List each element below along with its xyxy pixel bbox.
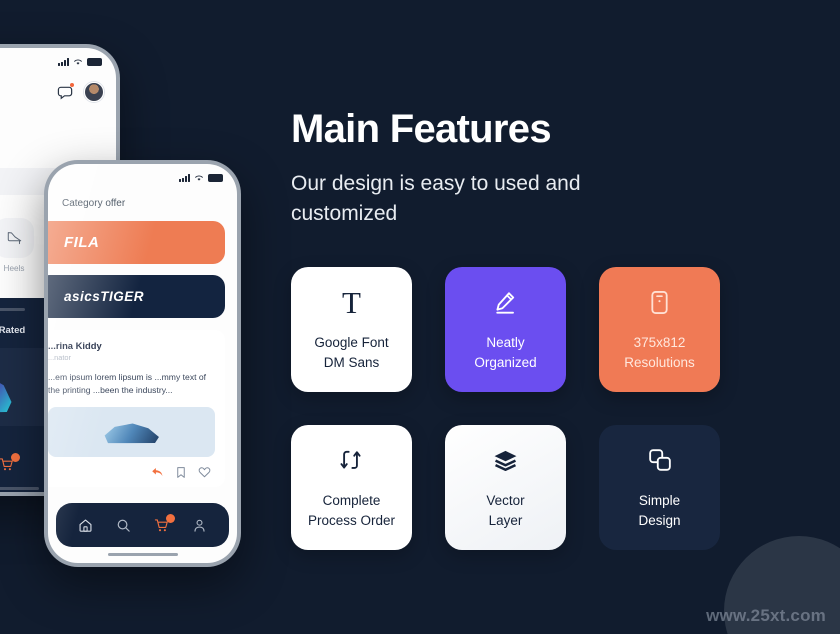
search-icon[interactable] xyxy=(116,518,131,533)
signal-icon xyxy=(58,58,69,66)
bottom-nav-front xyxy=(56,503,229,547)
tab-top-rated[interactable]: Top Rated xyxy=(0,325,25,336)
section-title: Category offer xyxy=(62,198,126,209)
category-chip-label: Heels xyxy=(3,264,25,273)
heart-icon[interactable] xyxy=(198,466,211,478)
banner-asics[interactable]: asicsTIGER xyxy=(48,275,225,318)
post-role: ...nator xyxy=(48,353,72,362)
feature-card-neatly-organized[interactable]: Neatly Organized xyxy=(445,267,566,392)
post-action-row xyxy=(48,466,215,479)
category-chip-list: ...ort Shoe xyxy=(0,218,34,273)
home-icon[interactable] xyxy=(78,518,93,533)
bookmark-icon[interactable] xyxy=(175,466,187,479)
feature-card-label: Google Font DM Sans xyxy=(314,335,389,370)
notification-dot xyxy=(69,82,74,87)
pencil-edit-icon xyxy=(492,285,519,319)
post-author: ...rina Kiddy xyxy=(48,340,102,351)
feature-card-resolutions[interactable]: 375x812 Resolutions xyxy=(599,267,720,392)
text-type-icon: T xyxy=(342,284,361,320)
status-bar-back xyxy=(0,48,116,70)
status-bar-front xyxy=(48,164,237,186)
feature-card-vector-layer[interactable]: Vector Layer xyxy=(445,425,566,550)
feature-card-label: Vector Layer xyxy=(486,493,525,528)
sheet-drag-handle[interactable] xyxy=(0,308,25,311)
post-image xyxy=(48,406,215,457)
copy-squares-icon xyxy=(647,443,673,477)
layers-stack-icon xyxy=(492,443,519,477)
banner-fila[interactable]: FILA xyxy=(48,221,225,264)
mobile-phone-icon xyxy=(648,285,671,319)
feature-card-grid: T Google Font DM Sans Neatly Organized 3… xyxy=(291,267,720,550)
page-root: ...ew you ...eakers, shoes and hat . xyxy=(0,0,840,634)
page-title: Main Features xyxy=(291,107,552,151)
category-chip-heels[interactable]: Heels xyxy=(0,218,34,273)
feature-card-label: Neatly Organized xyxy=(474,335,537,370)
cart-icon[interactable] xyxy=(154,513,176,533)
feature-card-label: Complete Process Order xyxy=(307,493,396,528)
phone-back-top-icons xyxy=(57,82,104,102)
reply-icon[interactable] xyxy=(151,466,164,478)
shoe-photo xyxy=(104,423,159,444)
banner-label: asicsTIGER xyxy=(64,289,145,304)
chat-bubble-icon[interactable] xyxy=(57,82,74,101)
banner-label: FILA xyxy=(64,234,100,251)
battery-icon xyxy=(208,174,223,182)
wifi-icon xyxy=(195,175,203,181)
signal-icon xyxy=(179,174,190,182)
cart-badge xyxy=(11,453,21,462)
post-card[interactable]: ...rina Kiddy ...nator ...em ipsum lorem… xyxy=(48,330,225,487)
cart-badge xyxy=(166,513,176,523)
feature-card-label: 375x812 Resolutions xyxy=(624,335,695,370)
heel-shoe-icon xyxy=(0,218,34,258)
product-image-purple xyxy=(0,376,12,413)
phone-front-screen: Category offer FILA asicsTIGER ...rina K… xyxy=(48,164,237,563)
home-indicator xyxy=(107,553,178,556)
wifi-icon xyxy=(74,59,82,65)
feature-card-simple-design[interactable]: Simple Design xyxy=(599,425,720,550)
watermark: www.25xt.com xyxy=(706,606,826,625)
avatar[interactable] xyxy=(84,82,104,102)
post-header: ...rina Kiddy ...nator xyxy=(48,340,215,362)
page-subtitle: Our design is easy to used and customize… xyxy=(291,172,581,226)
feature-card-label: Simple Design xyxy=(638,493,681,528)
home-indicator xyxy=(0,487,39,490)
feature-card-google-font[interactable]: T Google Font DM Sans xyxy=(291,267,412,392)
feature-intro: Main Features Our design is easy to used… xyxy=(291,108,751,230)
exchange-arrows-icon xyxy=(339,443,365,477)
cart-icon[interactable] xyxy=(0,453,21,472)
phone-mockup-front: Category offer FILA asicsTIGER ...rina K… xyxy=(44,160,241,567)
post-text: ...em ipsum lorem lipsum is ...mmy text … xyxy=(48,372,207,396)
feature-card-process-order[interactable]: Complete Process Order xyxy=(291,425,412,550)
battery-icon xyxy=(87,58,102,66)
profile-icon[interactable] xyxy=(192,518,207,533)
